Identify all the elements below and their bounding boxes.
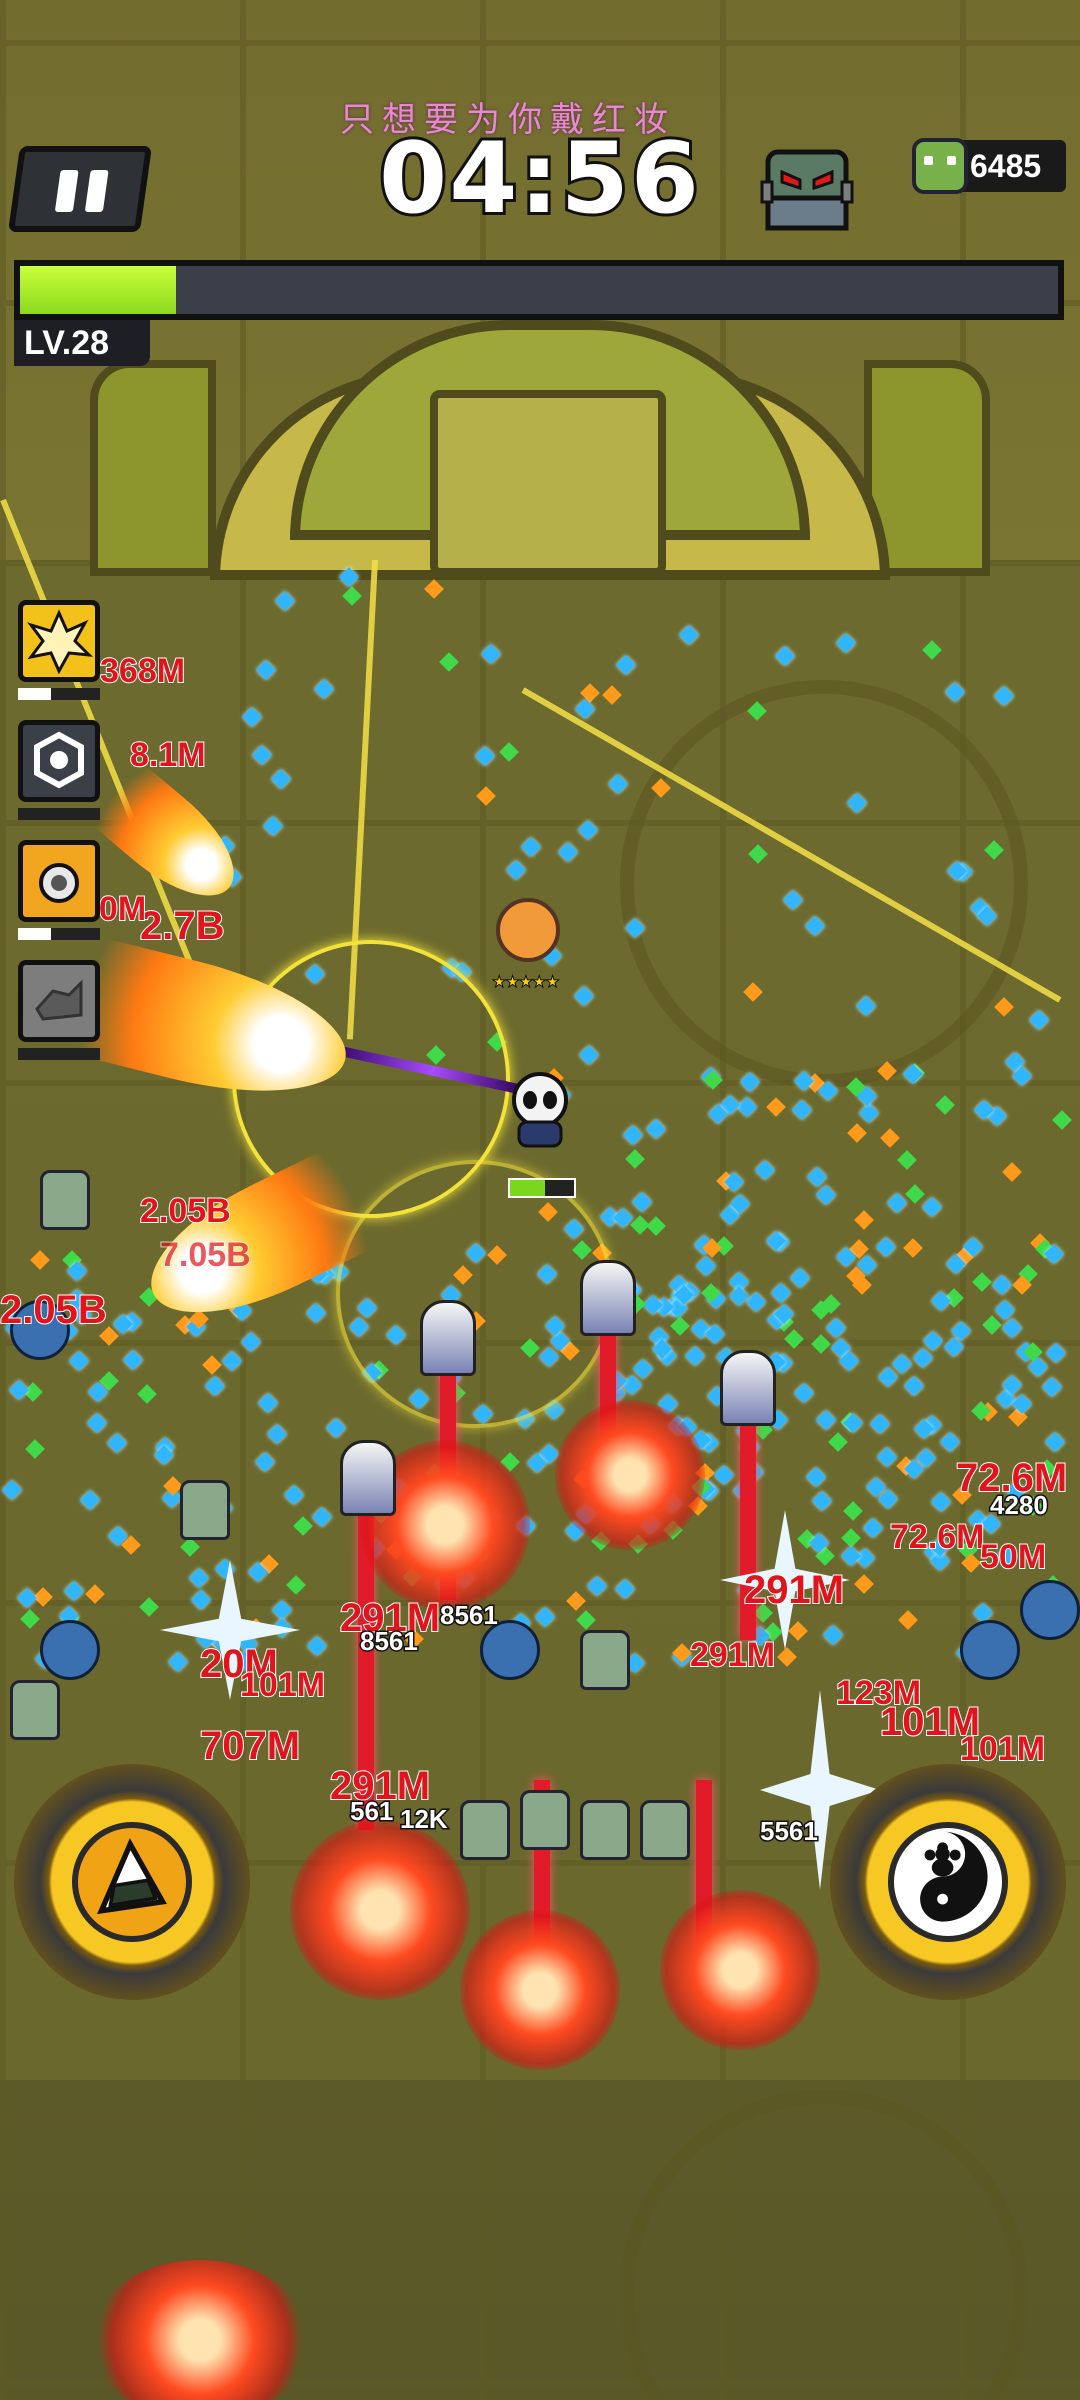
skill-cooldown-bar bbox=[18, 688, 100, 700]
bomb-skill-icon bbox=[18, 840, 100, 922]
left-skill-button[interactable] bbox=[14, 1764, 250, 2000]
kill-counter: 6485 bbox=[912, 138, 1066, 194]
pause-button[interactable] bbox=[7, 146, 153, 232]
player-level: LV.28 bbox=[14, 320, 150, 366]
missile bbox=[420, 1300, 476, 1376]
pet-stars: ★★★★★ bbox=[492, 974, 561, 992]
explosion bbox=[460, 1910, 620, 2070]
damage-number: 12K bbox=[399, 1803, 450, 1836]
zombie-enemy bbox=[180, 1480, 230, 1540]
skull-kill-icon bbox=[912, 138, 968, 194]
damage-number: 561 bbox=[348, 1795, 394, 1828]
pause-icon bbox=[54, 170, 79, 212]
zombie-enemy bbox=[580, 1630, 630, 1690]
damage-number: 8561 bbox=[439, 1599, 500, 1632]
missile bbox=[580, 1260, 636, 1336]
explosion bbox=[290, 1820, 470, 2000]
zombie-enemy bbox=[40, 1170, 90, 1230]
damage-number: 8561 bbox=[359, 1625, 420, 1658]
zombie-enemy bbox=[10, 1680, 60, 1740]
damage-number: 707M bbox=[199, 1723, 301, 1769]
missile bbox=[720, 1350, 776, 1426]
damage-number: 72.6M bbox=[889, 1517, 985, 1557]
boss-indicator-icon bbox=[760, 149, 854, 231]
zombie-enemy bbox=[460, 1800, 510, 1860]
robot-enemy bbox=[1020, 1580, 1080, 1640]
zombie-enemy bbox=[580, 1800, 630, 1860]
damage-number: 50M bbox=[979, 1537, 1047, 1577]
experience-bar bbox=[14, 260, 1064, 320]
damage-number: 2.05B bbox=[139, 1191, 232, 1231]
damage-number: 7.05B bbox=[159, 1235, 252, 1275]
explosion bbox=[660, 1890, 820, 2050]
damage-number: 8.1M bbox=[129, 735, 207, 775]
game-stage: ★★★★★ 2.7B 2.05B 7.05B 2.05B 368M 8.1M 5… bbox=[0, 0, 1080, 2400]
damage-number: 5561 bbox=[759, 1815, 820, 1848]
player-character bbox=[512, 1072, 568, 1148]
zombie-enemy bbox=[520, 1790, 570, 1850]
explosion bbox=[555, 1400, 705, 1550]
missile bbox=[340, 1440, 396, 1516]
kill-count: 6485 bbox=[970, 148, 1042, 184]
damage-number: 101M bbox=[959, 1729, 1046, 1769]
robot-enemy bbox=[960, 1620, 1020, 1680]
explosion-skill-icon bbox=[18, 600, 100, 682]
yin-yang-paw-icon bbox=[888, 1822, 1008, 1942]
right-skill-button[interactable] bbox=[830, 1764, 1066, 2000]
survival-timer: 04:56 bbox=[376, 119, 702, 239]
pause-icon-bar bbox=[84, 170, 109, 212]
damage-number: 4280 bbox=[989, 1489, 1050, 1522]
damage-number: 368M bbox=[99, 651, 186, 691]
skill-cooldown-bar bbox=[18, 928, 100, 940]
drone-skill-icon bbox=[18, 960, 100, 1042]
hexagon-shield-skill-icon bbox=[18, 720, 100, 802]
damage-number: 2.7B bbox=[139, 903, 225, 949]
damage-number: 123M bbox=[835, 1673, 922, 1713]
rice-ball-icon bbox=[72, 1822, 192, 1942]
player-health-bar bbox=[508, 1178, 576, 1198]
floor-circle-top bbox=[620, 680, 1028, 1088]
skill-cooldown-bar bbox=[18, 808, 100, 820]
experience-bar-fill bbox=[20, 266, 176, 314]
pet-companion bbox=[496, 898, 560, 962]
zombie-enemy bbox=[640, 1800, 690, 1860]
reactor-machine bbox=[90, 300, 990, 580]
damage-number: 291M bbox=[689, 1635, 776, 1675]
damage-number: 2.05B bbox=[0, 1287, 108, 1333]
damage-number: 291M bbox=[743, 1567, 845, 1613]
damage-number: 101M bbox=[239, 1665, 326, 1705]
skill-cooldown-bar bbox=[18, 1048, 100, 1060]
robot-enemy bbox=[40, 1620, 100, 1680]
